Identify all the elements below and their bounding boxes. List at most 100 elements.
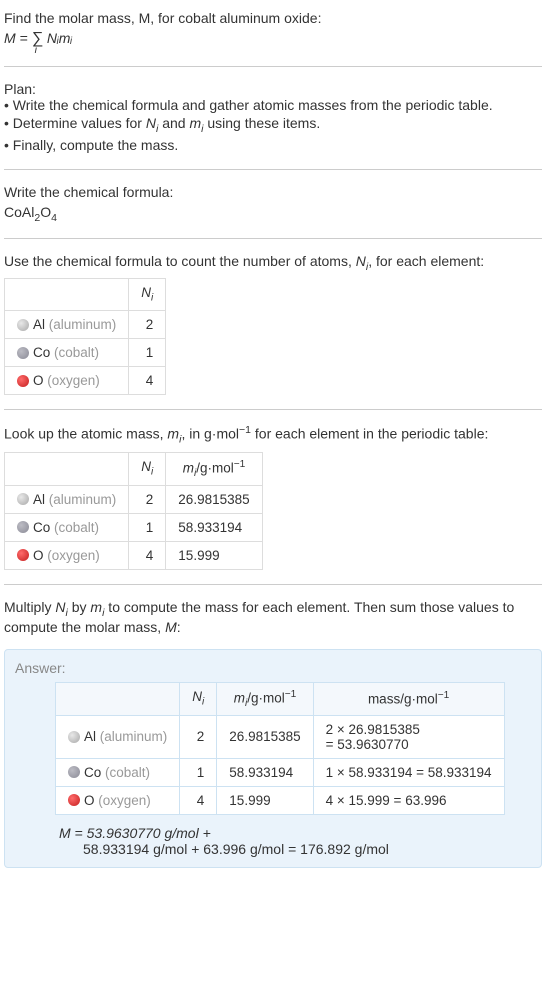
sigma: ∑ bbox=[32, 30, 43, 47]
oxygen-swatch-icon bbox=[68, 794, 80, 806]
el-sym: Co bbox=[84, 765, 101, 780]
mass-cell: 1 × 58.933194 = 58.933194 bbox=[313, 758, 504, 786]
el-sym: Co bbox=[33, 520, 50, 535]
el-name: (oxygen) bbox=[47, 373, 100, 388]
element-cell: O (oxygen) bbox=[56, 786, 180, 814]
el-name: (cobalt) bbox=[54, 520, 99, 535]
el-name: (aluminum) bbox=[49, 317, 117, 332]
cobalt-swatch-icon bbox=[68, 766, 80, 778]
table-row: Co (cobalt) 1 58.933194 1 × 58.933194 = … bbox=[56, 758, 505, 786]
table-header-row: Ni bbox=[5, 279, 166, 311]
element-cell: Al (aluminum) bbox=[56, 715, 180, 758]
oxygen-swatch-icon bbox=[17, 549, 29, 561]
el-sym: Al bbox=[84, 729, 96, 744]
col-mass-label: mass/g·mol bbox=[368, 692, 438, 707]
n-cell: 1 bbox=[129, 339, 166, 367]
element-cell: Al (aluminum) bbox=[5, 485, 129, 513]
n-cell: 4 bbox=[129, 367, 166, 395]
cobalt-swatch-icon bbox=[17, 347, 29, 359]
col-m-sym: m bbox=[183, 460, 194, 475]
plan-b2-b: and bbox=[158, 115, 189, 131]
formula-prefix: M = bbox=[4, 30, 32, 46]
mul-mi: m bbox=[90, 599, 102, 615]
el-sym: Co bbox=[33, 345, 50, 360]
col-element bbox=[5, 279, 129, 311]
m-cell: 15.999 bbox=[166, 541, 262, 569]
answer-inner: Ni mi/g·mol−1 mass/g·mol−1 Al (aluminum)… bbox=[15, 682, 531, 857]
el-sym: O bbox=[84, 793, 95, 808]
col-m: mi/g·mol−1 bbox=[217, 682, 313, 715]
element-cell: Co (cobalt) bbox=[5, 513, 129, 541]
col-n-sub: i bbox=[202, 697, 204, 708]
n-cell: 2 bbox=[129, 311, 166, 339]
count-table: Ni Al (aluminum) 2 Co (cobalt) 1 O (oxyg… bbox=[4, 278, 166, 395]
element-cell: Al (aluminum) bbox=[5, 311, 129, 339]
col-m-unit: /g·mol bbox=[196, 460, 234, 475]
mh-sup: −1 bbox=[239, 424, 251, 436]
table-row: Al (aluminum) 2 bbox=[5, 311, 166, 339]
mass-a: 2 × 26.9815385 bbox=[326, 722, 420, 737]
col-m-sup: −1 bbox=[234, 459, 246, 470]
mh-a: Look up the atomic mass, bbox=[4, 426, 167, 442]
element-cell: O (oxygen) bbox=[5, 367, 129, 395]
oxygen-swatch-icon bbox=[17, 375, 29, 387]
aluminum-swatch-icon bbox=[17, 493, 29, 505]
m-cell: 58.933194 bbox=[217, 758, 313, 786]
m-cell: 26.9815385 bbox=[217, 715, 313, 758]
count-h-b: , for each element: bbox=[368, 253, 484, 269]
el-name: (cobalt) bbox=[54, 345, 99, 360]
col-n-sym: N bbox=[141, 459, 151, 474]
divider bbox=[4, 409, 542, 410]
intro-text: Find the molar mass, M, for cobalt alumi… bbox=[4, 10, 542, 26]
element-cell: Co (cobalt) bbox=[56, 758, 180, 786]
table-row: Al (aluminum) 2 26.9815385 bbox=[5, 485, 263, 513]
plan-b2-a: • Determine values for bbox=[4, 115, 146, 131]
final-a: M = 53.9630770 g/mol + bbox=[59, 825, 211, 841]
mul-b: by bbox=[68, 599, 91, 615]
table-row: Co (cobalt) 1 58.933194 bbox=[5, 513, 263, 541]
molar-mass-formula: M = ∑i Nᵢmᵢ bbox=[4, 30, 542, 48]
col-m-unit: /g·mol bbox=[247, 690, 285, 705]
n-cell: 1 bbox=[180, 758, 217, 786]
atomic-mass-section: Look up the atomic mass, mi, in g·mol−1 … bbox=[4, 418, 542, 576]
plan-bullet-3: • Finally, compute the mass. bbox=[4, 137, 542, 153]
el-sym: O bbox=[33, 373, 44, 388]
plan-bullet-2: • Determine values for Ni and mi using t… bbox=[4, 115, 542, 135]
mh-c: for each element in the periodic table: bbox=[251, 426, 488, 442]
count-h-a: Use the chemical formula to count the nu… bbox=[4, 253, 356, 269]
divider bbox=[4, 584, 542, 585]
m-cell: 58.933194 bbox=[166, 513, 262, 541]
divider bbox=[4, 169, 542, 170]
col-n: Ni bbox=[129, 452, 166, 485]
aluminum-swatch-icon bbox=[17, 319, 29, 331]
divider bbox=[4, 238, 542, 239]
col-n-sub: i bbox=[151, 293, 153, 304]
multiply-heading: Multiply Ni by mi to compute the mass fo… bbox=[4, 599, 542, 635]
plan-bullet-1: • Write the chemical formula and gather … bbox=[4, 97, 542, 113]
el-sym: Al bbox=[33, 317, 45, 332]
element-cell: O (oxygen) bbox=[5, 541, 129, 569]
n-cell: 4 bbox=[129, 541, 166, 569]
n-cell: 2 bbox=[129, 485, 166, 513]
el-name: (oxygen) bbox=[47, 548, 100, 563]
table-row: O (oxygen) 4 bbox=[5, 367, 166, 395]
m-cell: 15.999 bbox=[217, 786, 313, 814]
table-row: Co (cobalt) 1 bbox=[5, 339, 166, 367]
plan-b2-c: using these items. bbox=[203, 115, 320, 131]
col-m-sym: m bbox=[234, 690, 245, 705]
mass-b: = 53.9630770 bbox=[326, 737, 409, 752]
sigma-sub: i bbox=[35, 44, 37, 56]
mh-mi: m bbox=[167, 426, 179, 442]
table-row: O (oxygen) 4 15.999 bbox=[5, 541, 263, 569]
n-cell: 1 bbox=[129, 513, 166, 541]
formula-part-d: 4 bbox=[51, 212, 57, 224]
col-mass: mass/g·mol−1 bbox=[313, 682, 504, 715]
col-n-sym: N bbox=[192, 689, 202, 704]
el-name: (aluminum) bbox=[49, 492, 117, 507]
chemical-formula-section: Write the chemical formula: CoAl2O4 bbox=[4, 178, 542, 230]
answer-label: Answer: bbox=[15, 660, 531, 676]
multiply-section: Multiply Ni by mi to compute the mass fo… bbox=[4, 593, 542, 641]
count-heading: Use the chemical formula to count the nu… bbox=[4, 253, 542, 273]
table-row: Al (aluminum) 2 26.9815385 2 × 26.981538… bbox=[56, 715, 505, 758]
formula-part-c: O bbox=[40, 204, 51, 220]
